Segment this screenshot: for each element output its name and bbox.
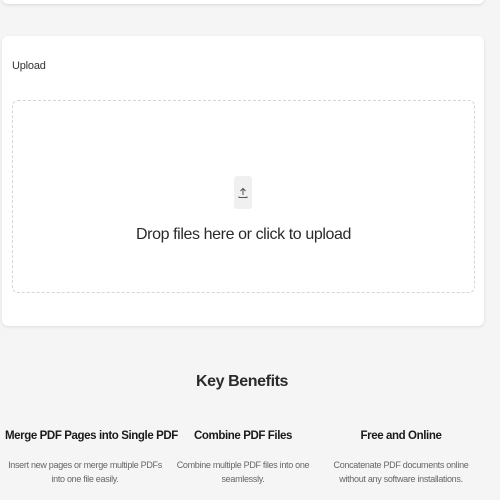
key-benefits-heading: Key Benefits xyxy=(195,373,289,390)
benefit-description: Insert new pages or merge multiple PDFs … xyxy=(8,460,162,484)
benefit-combine-files: Combine PDF Files Combine multiple PDF f… xyxy=(163,430,323,486)
upload-icon[interactable] xyxy=(234,176,252,209)
upload-card: Upload Drop files here or click to uploa… xyxy=(2,36,484,326)
benefit-title: Free and Online xyxy=(360,430,442,442)
benefit-title: Merge PDF Pages into Single PDF xyxy=(5,430,178,442)
benefit-description: Combine multiple PDF files into one seam… xyxy=(176,460,310,484)
upload-arrow-icon xyxy=(238,187,248,198)
benefit-free-online: Free and Online Concatenate PDF document… xyxy=(321,430,481,486)
benefit-merge-pages: Merge PDF Pages into Single PDF Insert n… xyxy=(5,430,178,486)
previous-card-edge xyxy=(2,0,484,4)
benefit-title: Combine PDF Files xyxy=(194,430,292,442)
benefit-description: Concatenate PDF documents online without… xyxy=(333,460,469,484)
file-dropzone[interactable]: Drop files here or click to upload xyxy=(12,100,475,293)
upload-label: Upload xyxy=(12,60,46,72)
dropzone-instruction[interactable]: Drop files here or click to upload xyxy=(13,226,474,244)
